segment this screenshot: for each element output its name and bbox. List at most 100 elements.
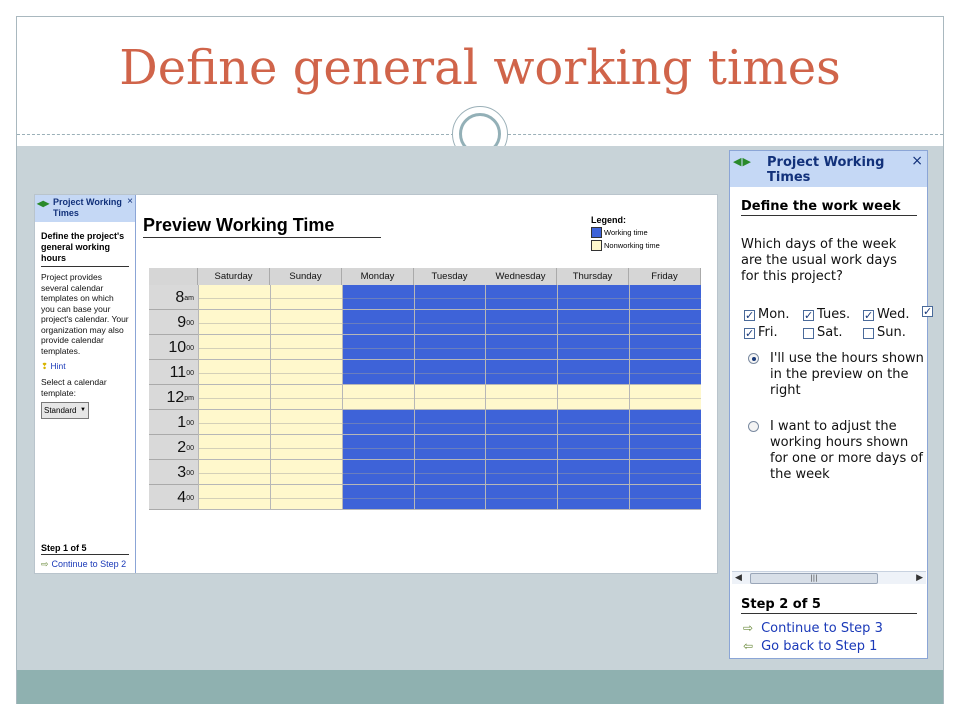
radio-use-preview-hours[interactable]: I'll use the hours shown in the preview … [748,351,924,399]
day-checkbox-label: Wed. [877,307,910,322]
mini-close-icon[interactable]: × [127,196,133,207]
checkbox[interactable] [922,303,933,321]
horizontal-scrollbar[interactable]: ◀ ||| ▶ [732,571,926,584]
hour-suffix: pm [184,395,194,402]
hour-label: 100 [149,410,198,435]
hour-label: 1000 [149,335,198,360]
mini-hint-link[interactable]: ❢ Hint [41,361,129,372]
checkbox[interactable] [744,325,755,343]
hour-label: 1100 [149,360,198,385]
work-days-question: Which days of the week are the usual wor… [741,237,897,284]
day-checkbox-item[interactable] [922,303,936,321]
legend-working-label: Working time [604,228,648,237]
hour-value: 2 [177,439,187,456]
half-hour-gridline [198,348,701,349]
day-checkbox-item[interactable]: Sat. [803,324,842,342]
mini-task-pane: ◀▶ Project Working Times × Define the pr… [35,195,136,573]
hour-value: 9 [177,314,187,331]
legend-nonworking-label: Nonworking time [604,241,660,250]
hour-value: 3 [177,464,187,481]
hour-value: 10 [168,339,187,356]
day-checkbox-item[interactable]: Wed. [863,306,910,325]
day-gridline [629,285,630,509]
half-hour-gridline [198,423,701,424]
mini-select-label: Select a calendar template: [41,377,107,398]
hour-value: 12 [166,389,185,406]
continue-step-label: Continue to Step 3 [761,621,883,636]
day-gridline [342,285,343,509]
radio-adjust-hours[interactable]: I want to adjust the working hours shown… [748,419,924,483]
hour-suffix: am [184,295,194,302]
hour-suffix: 00 [186,320,194,327]
hour-value: 1 [177,414,187,431]
radio-adjust-label: I want to adjust the working hours shown… [770,419,923,482]
hour-suffix: 00 [186,345,194,352]
checkbox[interactable] [863,307,874,325]
radio-button-unselected[interactable] [748,421,759,432]
day-checkbox-label: Sun. [877,325,906,340]
hour-suffix: 00 [186,370,194,377]
close-icon[interactable]: × [911,153,923,169]
half-hour-gridline [198,473,701,474]
continue-step-link[interactable]: ⇨ Continue to Step 3 [743,621,883,636]
mini-pane-heading: Define the project's general working hou… [41,231,129,267]
day-gridline [198,285,199,509]
checkbox[interactable] [803,327,814,339]
mini-continue-link[interactable]: ⇨ Continue to Step 2 [41,559,126,570]
scroll-thumb[interactable]: ||| [750,573,878,584]
hour-label: 900 [149,310,198,335]
mini-pane-title: Project Working Times [53,197,122,218]
step-indicator: Step 2 of 5 [741,597,917,614]
day-checkbox-item[interactable]: Fri. [744,324,778,343]
hour-label: 12pm [149,385,198,410]
half-hour-gridline [198,298,701,299]
day-checkbox-item[interactable]: Tues. [803,306,850,325]
mini-pane-header: ◀▶ Project Working Times × [35,195,135,222]
task-pane-header: ◀▶ Project Working Times × [730,151,927,187]
nav-arrows-icon[interactable]: ◀▶ [733,155,752,168]
checkbox[interactable] [863,327,874,339]
day-header: Tuesday [414,268,486,285]
half-hour-gridline [198,448,701,449]
back-step-link[interactable]: ⇦ Go back to Step 1 [743,639,877,654]
calendar-template-select[interactable]: Standard ▼ [41,402,89,419]
half-hour-gridline [198,323,701,324]
day-header: Wednesday [485,268,557,285]
day-checkbox-label: Fri. [758,325,778,340]
day-checkbox-label: Mon. [758,307,790,322]
scroll-left-icon[interactable]: ◀ [735,572,742,585]
hour-value: 4 [177,489,187,506]
legend: Legend: Working time Nonworking time [591,215,660,251]
hour-label: 400 [149,485,198,510]
task-pane: ◀▶ Project Working Times × Define the wo… [729,150,933,659]
day-header: Friday [629,268,701,285]
day-checkbox-label: Sat. [817,325,843,340]
task-pane-heading: Define the work week [741,199,917,216]
legend-nonworking: Nonworking time [591,240,660,251]
title-divider-right [508,134,943,135]
half-hour-gridline [198,398,701,399]
hour-suffix: 00 [186,420,194,427]
preview-screenshot: ◀▶ Project Working Times × Define the pr… [34,194,718,574]
preview-title: Preview Working Time [143,215,381,238]
grid-corner [149,268,198,285]
radio-button-selected[interactable] [748,353,759,364]
mini-pane-description: Project provides several calendar templa… [41,272,129,356]
hour-suffix: 00 [186,495,194,502]
slide-title: Define general working times [119,40,841,96]
checkbox[interactable] [803,307,814,325]
footer-band [17,670,943,704]
title-divider-left [17,134,454,135]
day-header: Sunday [270,268,342,285]
checkbox[interactable] [744,307,755,325]
day-checkbox-item[interactable]: Sun. [863,324,906,342]
mini-step-indicator: Step 1 of 5 [41,543,129,555]
day-gridline [270,285,271,509]
half-hour-gridline [198,373,701,374]
day-header: Saturday [198,268,270,285]
hour-label: 8am [149,285,198,310]
mini-nav-arrows-icon[interactable]: ◀▶ [37,198,49,209]
day-checkbox-item[interactable]: Mon. [744,306,790,325]
scroll-right-icon[interactable]: ▶ [916,572,923,585]
hour-suffix: 00 [186,470,194,477]
